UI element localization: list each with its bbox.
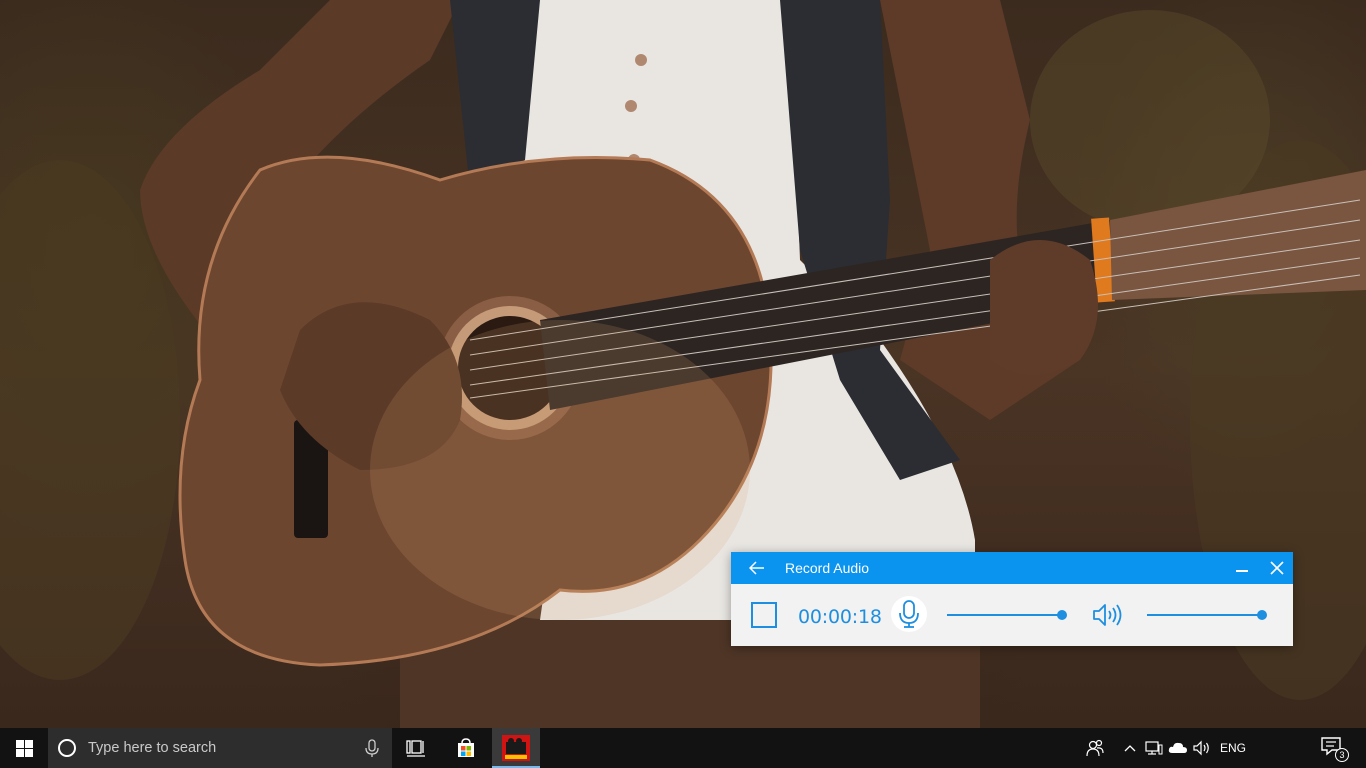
people-icon: [1086, 739, 1104, 757]
notification-count-badge: 3: [1335, 748, 1349, 762]
search-box[interactable]: Type here to search: [48, 728, 392, 768]
microphone-button[interactable]: [891, 596, 927, 632]
slider-track: [1147, 614, 1262, 616]
task-view-icon: [406, 740, 425, 757]
show-hidden-icons-button[interactable]: [1120, 738, 1140, 758]
microphone-icon: [365, 739, 379, 757]
taskbar: Type here to search ENG 3: [0, 728, 1366, 768]
network-button[interactable]: [1144, 738, 1164, 758]
store-icon: [458, 738, 474, 757]
record-audio-window: Record Audio 00:00:18: [731, 552, 1293, 646]
recording-timer: 00:00:18: [798, 606, 882, 628]
speaker-button[interactable]: [1091, 602, 1123, 628]
network-icon: [1145, 741, 1163, 755]
close-button[interactable]: [1266, 558, 1288, 578]
video-recorder-app-button[interactable]: [492, 728, 540, 768]
title-bar: Record Audio: [731, 552, 1293, 584]
slider-track: [947, 614, 1062, 616]
minimize-button[interactable]: [1231, 558, 1253, 578]
start-button[interactable]: [0, 728, 48, 768]
input-language-indicator[interactable]: ENG: [1220, 741, 1246, 755]
volume-button[interactable]: [1192, 738, 1212, 758]
microsoft-store-button[interactable]: [442, 728, 490, 768]
video-recorder-app-icon: [502, 735, 530, 761]
speaker-volume-slider[interactable]: [1147, 610, 1267, 620]
search-placeholder: Type here to search: [88, 740, 217, 756]
slider-knob[interactable]: [1057, 610, 1067, 620]
window-title: Record Audio: [785, 560, 870, 576]
people-button[interactable]: [1085, 738, 1105, 758]
microphone-icon: [899, 600, 919, 628]
action-center-button[interactable]: 3: [1320, 736, 1350, 762]
back-button[interactable]: [747, 558, 767, 578]
back-arrow-icon: [749, 561, 764, 575]
task-view-button[interactable]: [392, 728, 440, 768]
slider-knob[interactable]: [1257, 610, 1267, 620]
stop-button[interactable]: [751, 602, 777, 628]
recording-controls: 00:00:18: [731, 584, 1293, 646]
speaker-icon: [1093, 604, 1122, 626]
volume-icon: [1193, 740, 1209, 756]
onedrive-cloud-icon: [1168, 742, 1187, 753]
onedrive-button[interactable]: [1168, 738, 1188, 758]
cortana-icon: [58, 739, 76, 757]
microphone-volume-slider[interactable]: [947, 610, 1067, 620]
close-icon: [1270, 561, 1284, 575]
chevron-up-icon: [1124, 745, 1136, 752]
voice-search-button[interactable]: [362, 738, 382, 758]
windows-logo-icon: [15, 739, 33, 757]
